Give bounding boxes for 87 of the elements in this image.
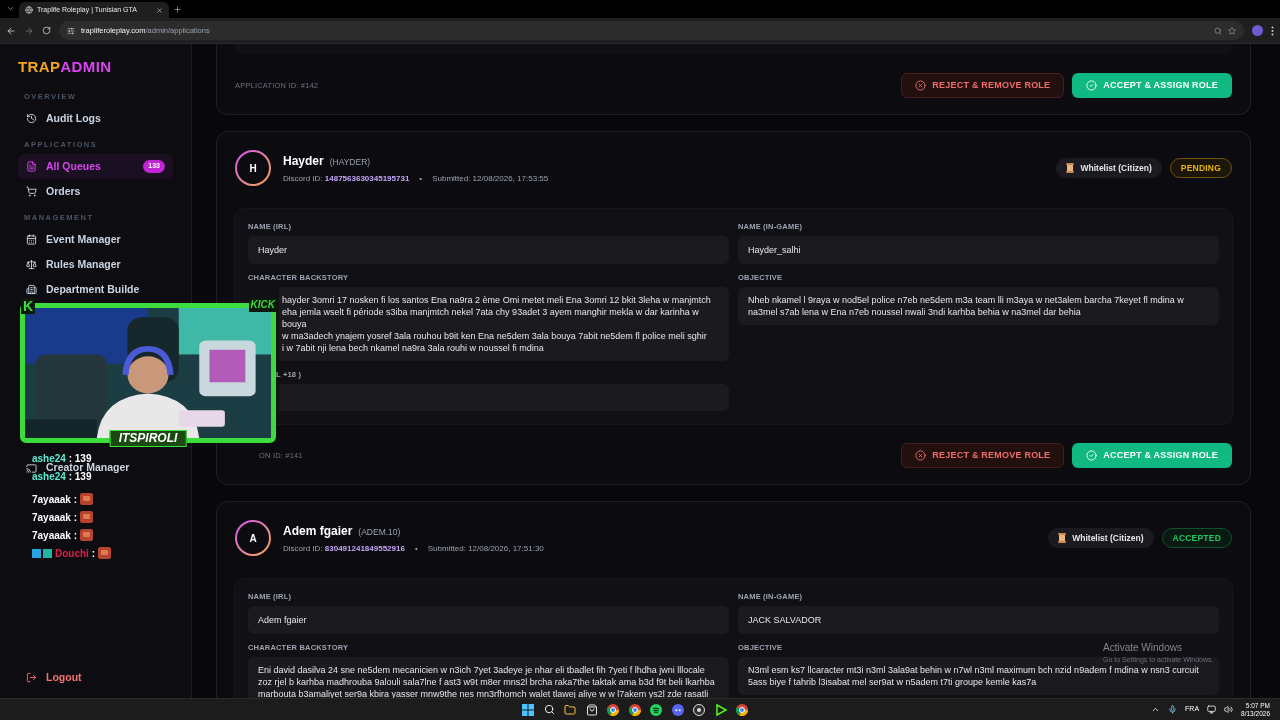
applicant-handle: (HAYDER) [329, 155, 371, 169]
folder-icon[interactable] [564, 703, 576, 716]
submitted-date: Submitted: 12/08/2026, 17:51:30 [427, 542, 544, 555]
sidebar-item[interactable]: Orders [18, 179, 173, 204]
tray-chevron-icon[interactable] [1151, 705, 1161, 714]
scale-icon [26, 259, 37, 270]
emote-icon [80, 529, 94, 541]
reject-button[interactable]: REJECT & REMOVE ROLE [901, 443, 1065, 468]
play-arrow-icon[interactable] [714, 703, 727, 716]
status-badge: ACCEPTED [1161, 528, 1232, 548]
sidebar-item[interactable]: Audit Logs [18, 106, 173, 131]
accept-icon [1086, 450, 1098, 461]
streamer-name: ITSPIROLI [109, 430, 187, 447]
scroll-icon [1066, 163, 1075, 173]
avatar: A [235, 520, 271, 556]
favicon-icon [25, 6, 33, 14]
chat-badges-icon [32, 548, 52, 558]
text-area[interactable]: Nheb nkamel l 9raya w nod5el police n7eb ne5dem m3a team lli m3aya w net3alem barcha 7keyet fl mdina w na3mel s7ab lena w Ena n7eb noussel nwali 3ndi karhba behia w na3mel dar behia [738, 287, 1219, 325]
site-settings-icon[interactable] [67, 26, 75, 35]
text-area[interactable]: Eni david dasilva 24 sne ne5dem mecanicien w n3ich 7yet 3adeye je nhar eli tbadlet fih 7yeti f lhdha jwni lllocale zoz rjel b karhba madhrouba 9alouli sala7lne f ast3 w9t m8er mns2l brcha raka7the taktak ama b3d f9t beli lkarhba marbouta b3amaliyet ser9a kbira yasser mnw9the nes mn3rfhomch walet tlawej aliye w w l7akem ys2l zde rasatli [248, 657, 729, 698]
discord-id: Discord ID: 1487563630345195731 [283, 172, 410, 185]
reject-icon [915, 450, 927, 461]
accept-icon [1086, 80, 1098, 91]
reject-icon [915, 80, 927, 91]
text-area[interactable]: hayder 3omri 17 nosken fi los santos Ena na9ra 2 ème Omi metet meli Ena 3omri 12 bkit 3leha w manjmtch eha jemla wselt fi période s3iba manjmtch nekel 7ata chy 93adet 3 ayem manghir mekla w dar karinha w bouya w ma3adech ynajem yosref 3ala rouhou b9it ken Ena ne5dem 3ala bouya 7abit ne5dem fl police meli sghir i w 7abit nji lena bech nkamel na9ra 3ala rouhi w noussel fi mdina [279, 287, 729, 361]
close-tab-icon[interactable] [156, 6, 163, 14]
applicant-name: Hayder [283, 152, 324, 170]
status-badge: PENDING [1169, 158, 1232, 178]
logo-letter: K [21, 298, 36, 314]
microphone-icon[interactable] [1168, 705, 1178, 714]
chat-message: 7ayaaak : [32, 492, 78, 507]
tab-list-icon[interactable] [6, 4, 15, 13]
text-field[interactable]: Hayder_salhi [738, 236, 1219, 264]
chat-message: ashe24 : 139 [32, 454, 92, 464]
scroll-icon [1058, 533, 1067, 543]
document-icon [26, 161, 37, 172]
separator-dot: • [419, 172, 423, 185]
chat-app-icon[interactable] [671, 703, 684, 716]
cart-icon [26, 186, 37, 197]
sidebar-item[interactable]: Event Manager [18, 227, 173, 252]
reload-icon[interactable] [42, 26, 51, 35]
type-chip: Whitelist (Citizen) [1056, 158, 1162, 178]
bookmark-icon[interactable] [1228, 26, 1236, 35]
activation-notice-title: Activate Windows [1103, 641, 1183, 655]
chat-message: ashe24 : 139 [32, 472, 92, 482]
text-field[interactable]: Adem fgaier [248, 606, 729, 634]
music-app-icon[interactable] [650, 703, 662, 716]
emote-icon [98, 547, 111, 559]
profile-avatar[interactable] [1252, 25, 1263, 36]
history-icon [26, 113, 37, 124]
logout-link[interactable]: Logout [18, 665, 173, 690]
back-icon[interactable] [6, 25, 16, 36]
chat-message: 7ayaaak : [32, 528, 78, 543]
sidebar-item[interactable]: Rules Manager [18, 252, 173, 277]
text-field[interactable]: Hayder [248, 236, 729, 264]
applicant-name: Adem fgaier [283, 522, 353, 540]
reject-button[interactable]: REJECT & REMOVE ROLE [901, 73, 1065, 98]
sidebar-item[interactable]: Creator Manager [18, 463, 173, 473]
chat-message: 7ayaaak : [32, 510, 78, 525]
browser-icon[interactable] [736, 703, 748, 716]
forward-icon[interactable] [24, 25, 34, 36]
store-icon[interactable] [585, 703, 598, 716]
network-icon[interactable] [1207, 705, 1217, 714]
discord-id: Discord ID: 830491241849552916 [283, 542, 405, 555]
brand-logo[interactable]: TRAPADMIN [18, 57, 173, 77]
building-icon [26, 284, 37, 295]
platform-logo: KICK [248, 298, 277, 312]
applicant-handle: (ADEM.10) [358, 525, 401, 539]
type-chip: Whitelist (Citizen) [1048, 528, 1154, 548]
volume-icon[interactable] [1224, 705, 1234, 714]
logout-icon [26, 672, 37, 683]
chat-message: Douchi : [55, 546, 95, 561]
text-field[interactable]: JACK SALVADOR [738, 606, 1219, 634]
emote-icon [80, 493, 94, 505]
emote-icon [80, 511, 94, 523]
recorder-icon[interactable] [693, 703, 705, 716]
new-tab-icon[interactable] [173, 5, 182, 14]
more-icon[interactable] [1271, 25, 1274, 36]
browser-icon[interactable] [607, 703, 619, 716]
start-icon[interactable] [522, 703, 534, 716]
calendar-icon [26, 234, 37, 245]
separator-dot: • [414, 542, 418, 555]
submitted-date: Submitted: 12/08/2026, 17:53:55 [432, 172, 549, 185]
avatar: H [235, 150, 271, 186]
cast-icon [26, 462, 37, 474]
search-icon[interactable] [543, 704, 555, 715]
browser-icon[interactable] [628, 703, 641, 716]
